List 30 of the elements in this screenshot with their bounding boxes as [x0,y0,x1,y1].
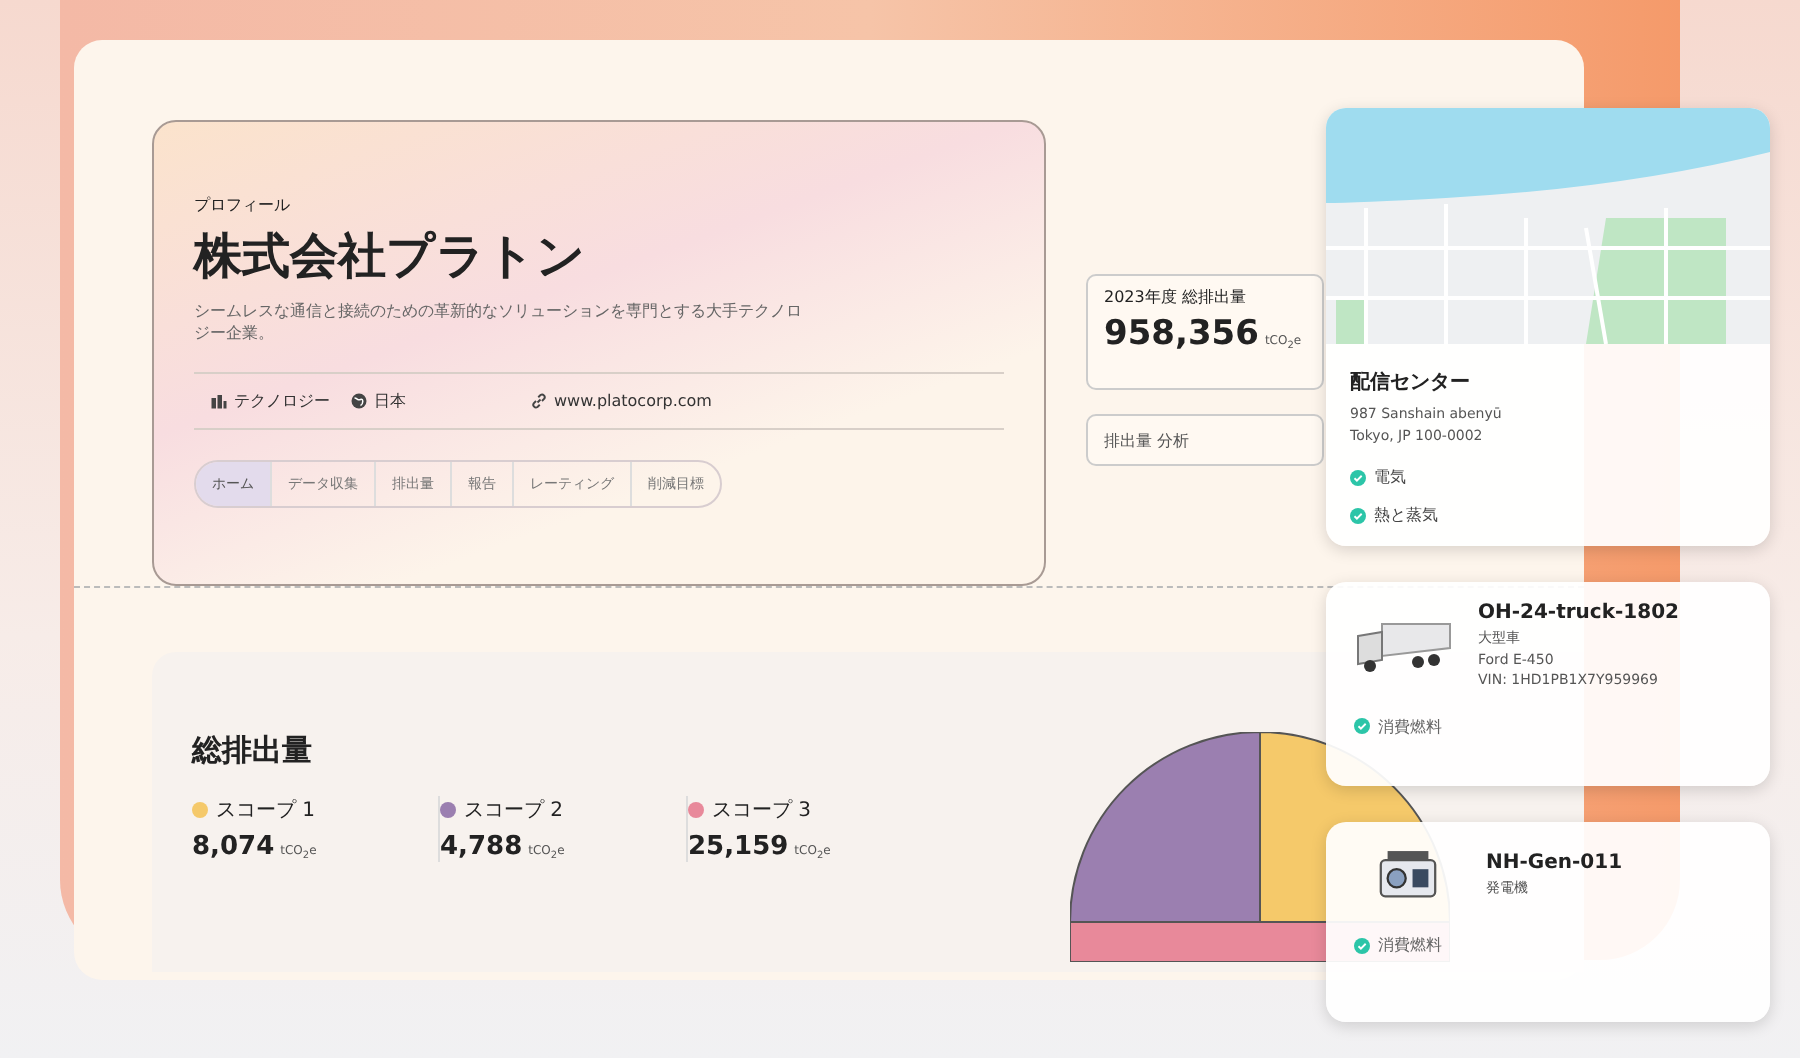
kpi-label: 2023年度 総排出量 [1104,286,1248,308]
scope-value: 8,074 [192,832,275,862]
section-label: プロフィール [194,194,292,216]
scope-value: 4,788 [440,832,523,862]
website-link[interactable]: www.platocorp.com [530,390,712,413]
asset-name: OH-24-truck-1802 [1478,602,1679,624]
check-icon [1354,937,1370,953]
link-icon [530,392,548,411]
globe-icon [350,392,368,411]
scope-name: スコープ 2 [464,797,564,824]
asset-name: NH-Gen-011 [1486,852,1623,875]
source-label: 電気 [1374,466,1406,488]
check-icon [1350,507,1366,523]
scope-name: スコープ 1 [216,797,316,824]
company-name: 株式会社プラトン [194,226,588,288]
source-label: 熱と蒸気 [1374,504,1438,526]
kpi-value: 958,356 [1104,314,1259,354]
check-icon [1354,718,1370,734]
analysis-button[interactable]: 排出量 分析 [1086,414,1324,466]
scope-name: スコープ 3 [712,797,812,824]
source-label: 消費燃料 [1378,715,1442,737]
company-description: シームレスな通信と接続のための革新的なソリューションを専門とする大手テクノロジー企業。 [194,300,804,345]
check-icon [1350,469,1366,485]
meta-text: テクノロジー [234,390,330,413]
source-label: 消費燃料 [1378,934,1442,956]
facility-name: 配信センター [1350,369,1472,396]
card-title: 総排出量 [192,732,314,770]
scope-value: 25,159 [688,832,789,862]
meta-text: 日本 [374,390,406,413]
building-icon [210,392,228,411]
